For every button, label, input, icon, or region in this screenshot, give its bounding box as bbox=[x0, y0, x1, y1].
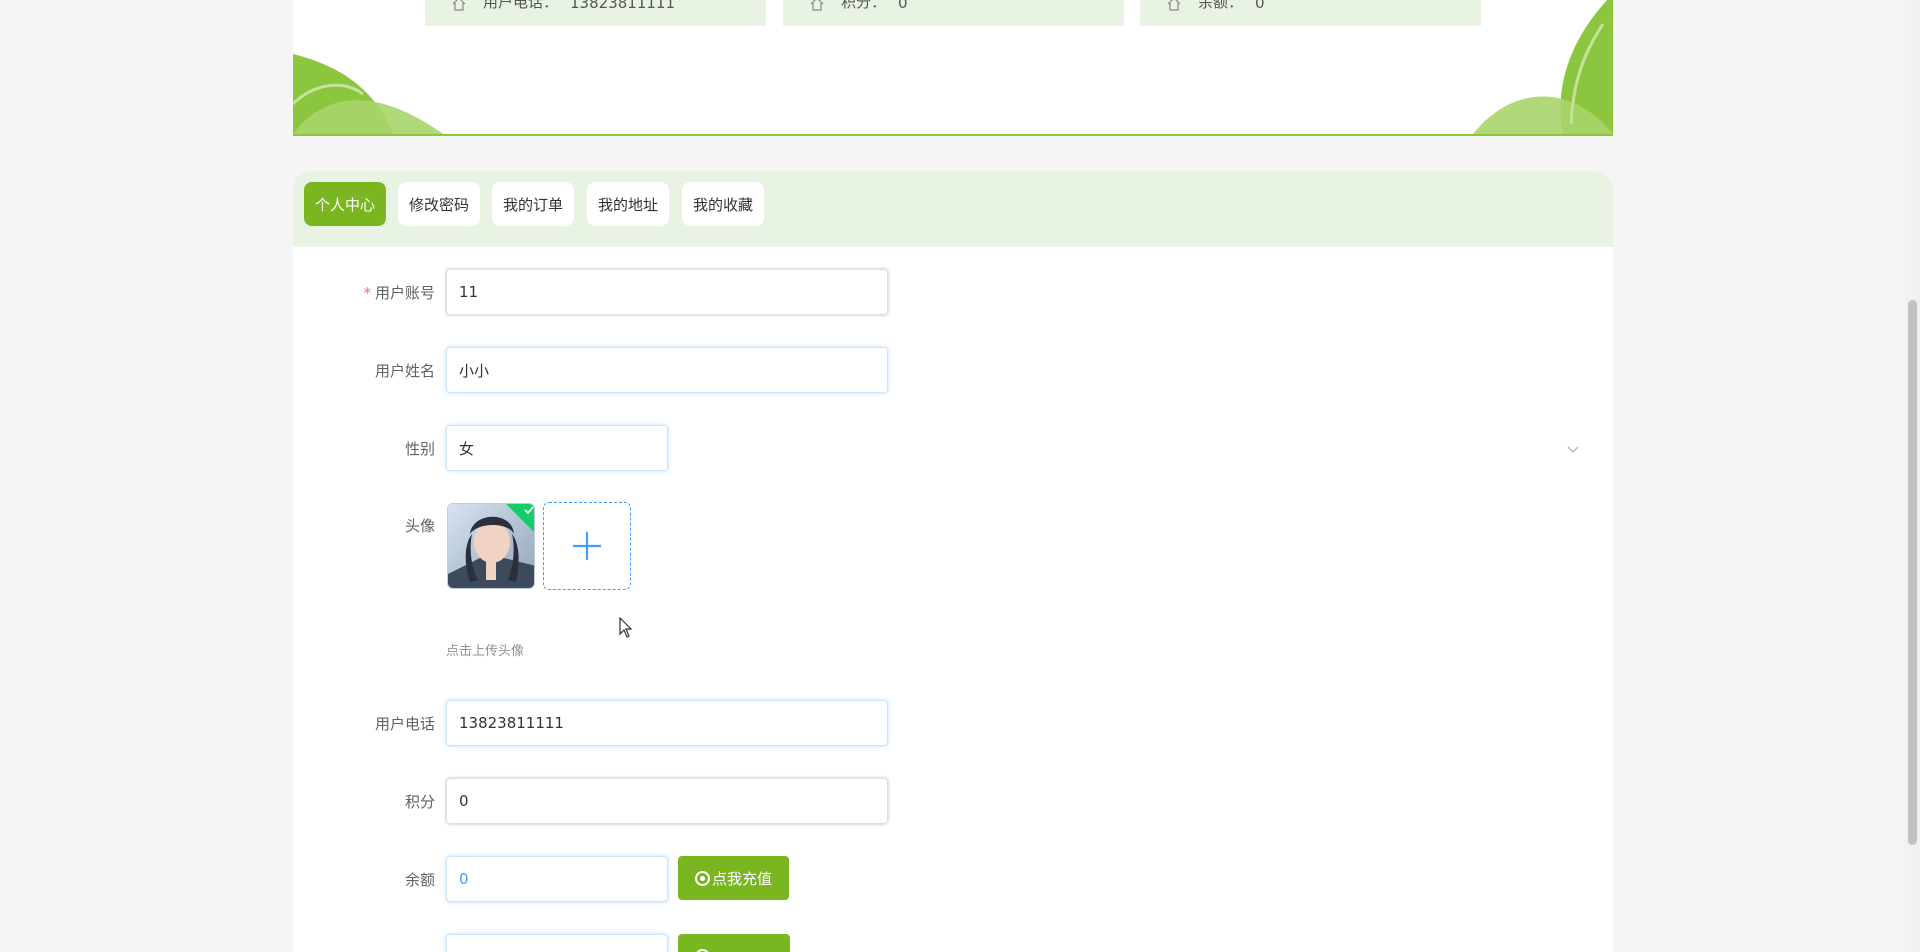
tab-my-favorites[interactable]: 我的收藏 bbox=[682, 182, 765, 226]
scrollbar-thumb[interactable] bbox=[1908, 300, 1917, 845]
info-points: 积分： 0 bbox=[783, 0, 1124, 26]
info-value: 0 bbox=[1255, 0, 1265, 12]
coin-icon bbox=[695, 948, 710, 952]
mouse-cursor-icon bbox=[619, 617, 633, 638]
name-input[interactable]: 小小 bbox=[446, 347, 888, 393]
tab-my-orders[interactable]: 我的订单 bbox=[492, 182, 575, 226]
recharge-button[interactable]: 点我充值 bbox=[678, 856, 790, 900]
points-label: 积分 bbox=[404, 793, 435, 811]
coin-icon bbox=[695, 870, 710, 886]
balance-input[interactable]: 0 bbox=[446, 856, 668, 902]
name-label: 用户姓名 bbox=[374, 362, 435, 380]
check-icon bbox=[524, 506, 534, 515]
info-value: 0 bbox=[898, 0, 908, 12]
required-mark: * bbox=[363, 284, 371, 302]
recharge-button-label: 点我充值 bbox=[712, 869, 773, 888]
account-input[interactable]: 11 bbox=[446, 269, 888, 315]
points-input[interactable]: 0 bbox=[446, 778, 888, 824]
avatar-label: 头像 bbox=[404, 517, 435, 535]
chevron-down-icon[interactable] bbox=[1567, 443, 1579, 455]
info-label: 用户电话： bbox=[483, 0, 559, 11]
balance-label: 余额 bbox=[404, 871, 435, 889]
gender-label: 性别 bbox=[404, 440, 435, 458]
partial-input[interactable] bbox=[446, 934, 668, 952]
info-balance: 余额： 0 bbox=[1140, 0, 1481, 26]
gender-select[interactable]: 女 bbox=[446, 425, 668, 471]
plus-icon bbox=[573, 532, 601, 560]
account-label: * 用户账号 bbox=[363, 284, 435, 302]
tab-my-address[interactable]: 我的地址 bbox=[587, 182, 670, 226]
partial-green-button[interactable] bbox=[678, 934, 790, 952]
home-icon bbox=[810, 0, 824, 11]
tab-personal-center[interactable]: 个人中心 bbox=[304, 182, 387, 226]
info-label: 积分： bbox=[841, 0, 887, 11]
avatar-upload-button[interactable] bbox=[543, 502, 631, 590]
user-info-card: 用户电话： 13823811111 积分： 0 余额： 0 bbox=[293, 0, 1613, 136]
avatar-thumbnail[interactable] bbox=[447, 503, 535, 589]
leaf-decoration-left bbox=[293, 54, 443, 134]
info-phone: 用户电话： 13823811111 bbox=[425, 0, 766, 26]
home-icon bbox=[1167, 0, 1181, 11]
phone-input[interactable]: 13823811111 bbox=[446, 700, 888, 746]
info-label: 余额： bbox=[1198, 0, 1244, 11]
info-value: 13823811111 bbox=[570, 0, 675, 12]
home-icon bbox=[452, 0, 466, 11]
avatar-upload-hint: 点击上传头像 bbox=[446, 644, 525, 659]
tab-change-password[interactable]: 修改密码 bbox=[398, 182, 481, 226]
phone-label: 用户电话 bbox=[374, 715, 435, 733]
page-scrollbar[interactable] bbox=[1905, 0, 1920, 952]
tab-bar: 个人中心 修改密码 我的订单 我的地址 我的收藏 bbox=[293, 171, 1613, 247]
profile-form: * 用户账号 11 用户姓名 小小 性别 女 头像 点击上传头像 用户电话 13… bbox=[293, 247, 1613, 952]
